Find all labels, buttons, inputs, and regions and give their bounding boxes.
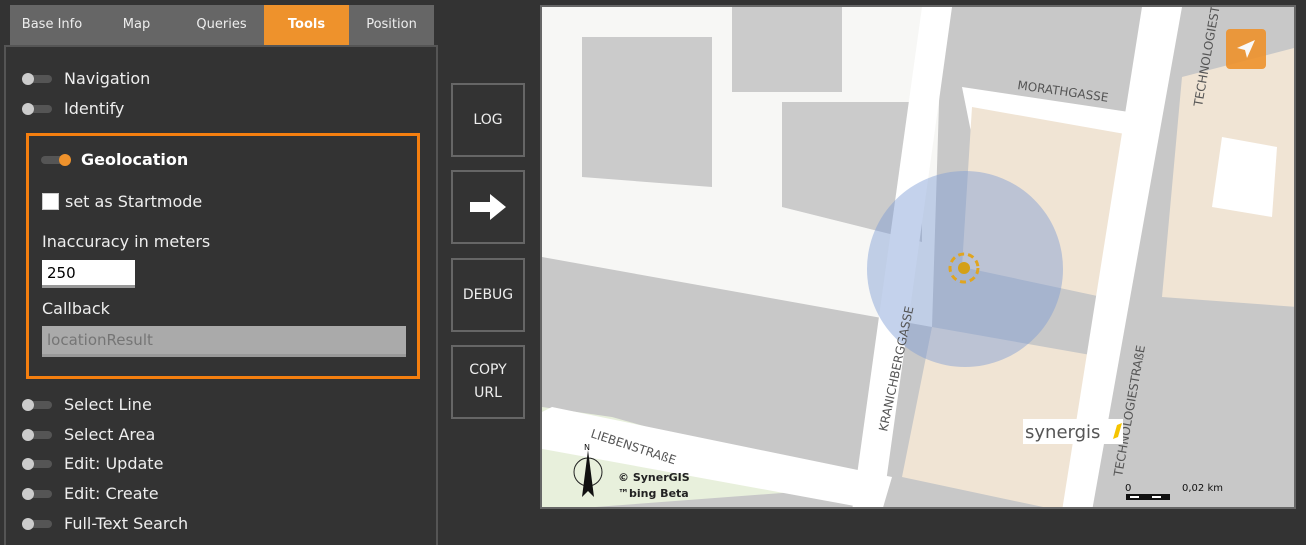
bing-text: ™bing Beta [618, 487, 689, 500]
callback-label: Callback [42, 299, 110, 318]
run-button[interactable] [451, 170, 525, 244]
north-label: N [584, 443, 590, 452]
tab-base-info[interactable]: Base Info [10, 5, 94, 45]
inaccuracy-label: Inaccuracy in meters [42, 232, 211, 251]
scale-end: 0,02 km [1182, 483, 1223, 494]
tab-tools[interactable]: Tools [264, 5, 349, 45]
toggle-switch[interactable] [22, 398, 52, 411]
tool-label: Geolocation [81, 150, 189, 169]
scale-start: 0 [1125, 483, 1131, 494]
tab-position[interactable]: Position [349, 5, 434, 45]
arrow-right-icon [470, 194, 506, 220]
toggle-switch[interactable] [22, 487, 52, 500]
tool-label: Identify [64, 99, 125, 118]
copy-url-button[interactable]: COPY URL [451, 345, 525, 419]
tool-geolocation[interactable]: Geolocation [41, 150, 188, 169]
tab-bar: Base Info Map Queries Tools Position [10, 5, 434, 45]
geolocation-section: Geolocation set as Startmode Inaccuracy … [26, 133, 420, 379]
startmode-label: set as Startmode [65, 192, 203, 211]
locate-button[interactable] [1226, 29, 1266, 69]
inaccuracy-input[interactable] [42, 260, 135, 288]
location-arrow-icon [1237, 40, 1255, 58]
tab-map[interactable]: Map [94, 5, 179, 45]
copyright-text: © SynerGIS [618, 471, 690, 484]
toggle-switch[interactable] [22, 72, 52, 85]
tool-label: Edit: Update [64, 454, 164, 473]
tool-label: Select Area [64, 425, 156, 444]
tool-label: Full-Text Search [64, 514, 189, 533]
map-canvas: MORATHGASSE TECHNOLOGIESTRAßE KRANICHBER… [542, 7, 1294, 507]
log-button[interactable]: LOG [451, 83, 525, 157]
toggle-switch[interactable] [22, 457, 52, 470]
synergis-logo: synergis [1025, 422, 1100, 443]
tab-queries[interactable]: Queries [179, 5, 264, 45]
toggle-switch[interactable] [22, 102, 52, 115]
toggle-switch[interactable] [22, 517, 52, 530]
tool-label: Edit: Create [64, 484, 159, 503]
tool-edit-update[interactable]: Edit: Update [22, 454, 164, 473]
tool-identify[interactable]: Identify [22, 99, 125, 118]
tool-navigation[interactable]: Navigation [22, 69, 151, 88]
startmode-checkbox[interactable] [42, 193, 59, 210]
startmode-checkbox-row[interactable]: set as Startmode [42, 192, 202, 211]
toggle-switch[interactable] [22, 428, 52, 441]
callback-input[interactable] [42, 326, 406, 357]
debug-button[interactable]: DEBUG [451, 258, 525, 332]
copy-label: COPY [469, 362, 507, 378]
tool-label: Navigation [64, 69, 151, 88]
toggle-switch[interactable] [41, 153, 71, 166]
url-label: URL [474, 385, 502, 401]
tool-edit-create[interactable]: Edit: Create [22, 484, 159, 503]
tool-fulltext-search[interactable]: Full-Text Search [22, 514, 189, 533]
tool-select-area[interactable]: Select Area [22, 425, 156, 444]
tools-panel: Navigation Identify Geolocation set as S… [4, 45, 438, 545]
map-view[interactable]: MORATHGASSE TECHNOLOGIESTRAßE KRANICHBER… [540, 5, 1296, 509]
tool-select-line[interactable]: Select Line [22, 395, 152, 414]
tool-label: Select Line [64, 395, 152, 414]
